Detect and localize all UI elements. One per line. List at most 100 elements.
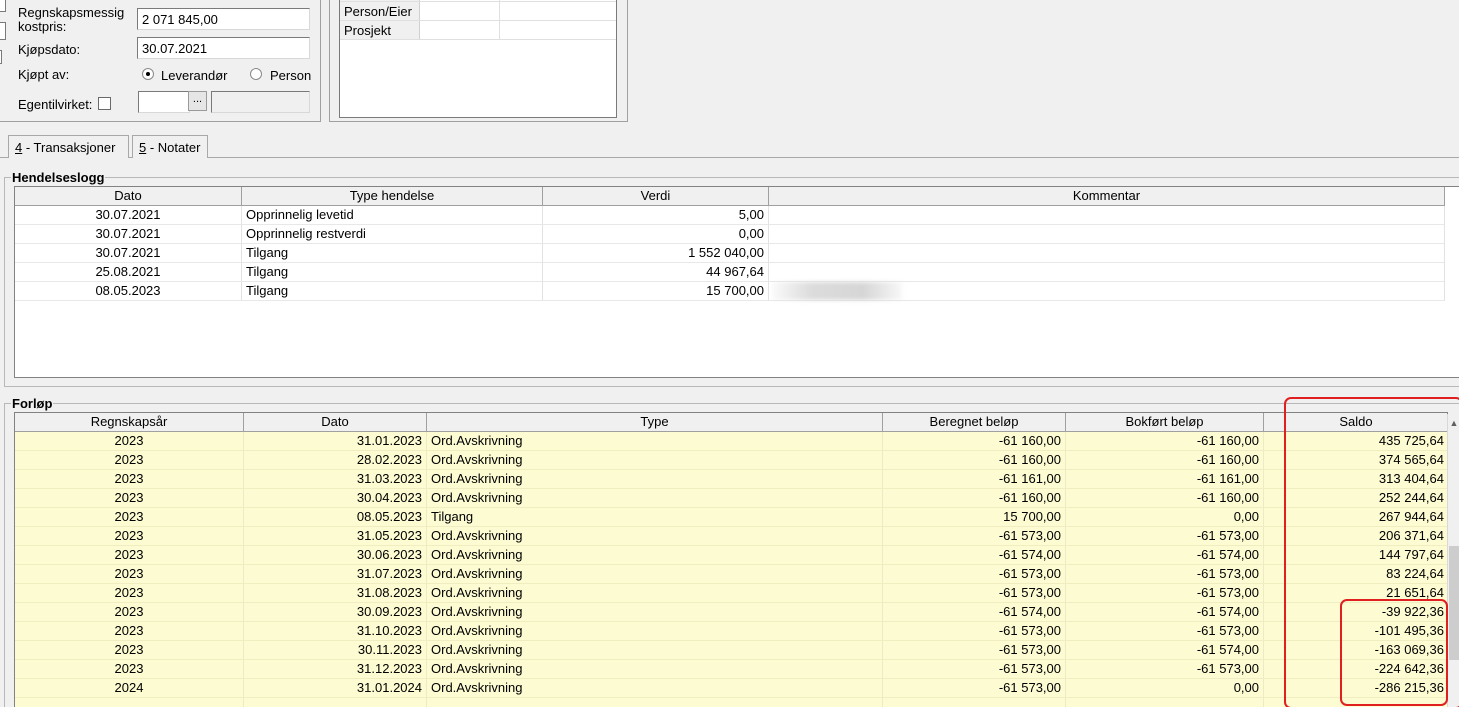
table-row[interactable]: 2023 30.11.2023 Ord.Avskrivning -61 573,00-…	[15, 641, 1447, 660]
cell-dato: 31.05.2023	[244, 527, 427, 546]
cell-regnskapsar: 2023	[15, 432, 244, 451]
cell-dato: 30.07.2021	[15, 225, 242, 244]
cell-beregnet-belop: -61 574,00	[883, 603, 1066, 622]
cell-dato: 31.12.2023	[244, 660, 427, 679]
cell-bokfort-belop: -61 573,00	[1066, 660, 1264, 679]
table-row[interactable]: 2023 30.04.2023 Ord.Avskrivning -61 160,00-…	[15, 489, 1447, 508]
cell-regnskapsar: 2023	[15, 565, 244, 584]
tab-notater[interactable]: 5 - Notater	[132, 135, 208, 158]
lookup-button[interactable]: ...	[188, 91, 207, 111]
egentilvirket-checkbox[interactable]	[98, 97, 111, 110]
table-row[interactable]: 2023 31.05.2023 Ord.Avskrivning -61 573,00-…	[15, 527, 1447, 546]
dimension-value[interactable]	[420, 21, 500, 39]
table-row[interactable]: 2023 31.12.2023 Ord.Avskrivning -61 573,00-…	[15, 660, 1447, 679]
table-row[interactable]: 2023 08.05.2023 Tilgang 15 700,00 0,00 267 94…	[15, 508, 1447, 527]
column-header-dato[interactable]: Dato	[244, 413, 427, 432]
cell-bokfort-belop: -61 573,00	[1066, 584, 1264, 603]
cell-bokfort-belop: -61 573,00	[1066, 527, 1264, 546]
table-row[interactable]: 25.08.2021 Tilgang 44 967,64	[15, 263, 1445, 282]
table-row[interactable]: 2023 30.06.2023 Ord.Avskrivning -61 574,00-…	[15, 546, 1447, 565]
person-radio-label[interactable]: Person	[270, 69, 311, 83]
table-row[interactable]: 30.07.2021 Opprinnelig levetid 5,00	[15, 206, 1445, 225]
dimension-row[interactable]: Prosjekt	[340, 21, 616, 40]
dimension-cell	[340, 0, 420, 1]
cell-regnskapsar: 2023	[15, 527, 244, 546]
kjopsdato-label: Kjøpsdato:	[18, 42, 81, 57]
cell-verdi: 44 967,64	[543, 263, 769, 282]
cell-beregnet-belop: -61 573,00	[883, 641, 1066, 660]
cell-beregnet-belop	[883, 698, 1066, 707]
table-row[interactable]: 2023 28.02.2023 Ord.Avskrivning -61 160,00-…	[15, 451, 1447, 470]
column-header-regnskapsar[interactable]: Regnskapsår	[15, 413, 244, 432]
table-row[interactable]: 08.05.2023 Tilgang 15 700,00	[15, 282, 1445, 301]
cell-type: Ord.Avskrivning	[427, 451, 883, 470]
cell-beregnet-belop: -61 160,00	[883, 451, 1066, 470]
cell-verdi: 1 552 040,00	[543, 244, 769, 263]
table-row[interactable]: 2023 31.03.2023 Ord.Avskrivning -61 161,00-…	[15, 470, 1447, 489]
cell-type: Ord.Avskrivning	[427, 565, 883, 584]
cell-beregnet-belop: -61 160,00	[883, 489, 1066, 508]
tab-transaksjoner[interactable]: 4 - Transaksjoner	[8, 135, 129, 158]
cell-regnskapsar: 2023	[15, 489, 244, 508]
tab-label: - Notater	[146, 140, 201, 155]
cut-off-field[interactable]	[0, 50, 2, 64]
cell-kommentar	[769, 206, 1445, 225]
cell-type	[427, 698, 883, 707]
cut-off-field[interactable]	[0, 22, 6, 40]
table-row[interactable]: 2023 30.09.2023 Ord.Avskrivning -61 574,00-…	[15, 603, 1447, 622]
cell-type-hendelse: Opprinnelig restverdi	[242, 225, 543, 244]
table-row[interactable]: 30.07.2021 Tilgang 1 552 040,00	[15, 244, 1445, 263]
cell-type-hendelse: Tilgang	[242, 282, 543, 301]
cell-bokfort-belop: -61 574,00	[1066, 641, 1264, 660]
dimension-row[interactable]: Person/Eier	[340, 2, 616, 21]
column-header-kommentar[interactable]: Kommentar	[769, 187, 1445, 206]
cell-beregnet-belop: 15 700,00	[883, 508, 1066, 527]
cell-bokfort-belop: -61 574,00	[1066, 603, 1264, 622]
table-row[interactable]: 2023 31.01.2023 Ord.Avskrivning -61 160,00-…	[15, 432, 1447, 451]
cell-dato: 30.07.2021	[15, 244, 242, 263]
dimensions-list[interactable]: Person/Eier Prosjekt	[339, 0, 617, 118]
tab-label: - Transaksjoner	[22, 140, 116, 155]
cell-type-hendelse: Tilgang	[242, 244, 543, 263]
cell-beregnet-belop: -61 573,00	[883, 584, 1066, 603]
cell-verdi: 5,00	[543, 206, 769, 225]
cell-type: Ord.Avskrivning	[427, 470, 883, 489]
forlop-title: Forløp	[11, 396, 54, 411]
column-header-beregnet-belop[interactable]: Beregnet beløp	[883, 413, 1066, 432]
cell-dato: 31.03.2023	[244, 470, 427, 489]
table-row[interactable]: 2023 31.07.2023 Ord.Avskrivning -61 573,00-…	[15, 565, 1447, 584]
column-header-verdi[interactable]: Verdi	[543, 187, 769, 206]
leverandor-radio[interactable]	[142, 68, 154, 80]
hendelseslogg-grid[interactable]: Dato Type hendelse Verdi Kommentar 30.07…	[14, 186, 1459, 378]
table-row[interactable]: 2023 31.10.2023 Ord.Avskrivning -61 573,00-…	[15, 622, 1447, 641]
cell-bokfort-belop: -61 573,00	[1066, 565, 1264, 584]
table-row[interactable]: 30.07.2021 Opprinnelig restverdi 0,00	[15, 225, 1445, 244]
redacted-comment	[772, 282, 902, 300]
kostpris-field[interactable]: 2 071 845,00	[137, 8, 310, 30]
table-row[interactable]: 2024 31.01.2024 Ord.Avskrivning -61 573,00 0…	[15, 679, 1447, 698]
cell-bokfort-belop: 0,00	[1066, 508, 1264, 527]
kjopsdato-field[interactable]: 30.07.2021	[137, 37, 310, 59]
cell-dato: 31.01.2024	[244, 679, 427, 698]
table-row-partial[interactable]	[15, 698, 1447, 707]
cell-bokfort-belop	[1066, 698, 1264, 707]
leverandor-radio-label[interactable]: Leverandør	[161, 69, 227, 83]
cell-bokfort-belop: -61 160,00	[1066, 489, 1264, 508]
cell-type-hendelse: Opprinnelig levetid	[242, 206, 543, 225]
column-header-bokfort-belop[interactable]: Bokført beløp	[1066, 413, 1264, 432]
cell-type: Ord.Avskrivning	[427, 622, 883, 641]
column-header-type-hendelse[interactable]: Type hendelse	[242, 187, 543, 206]
forlop-grid[interactable]: Regnskapsår Dato Type Beregnet beløp Bok…	[14, 412, 1448, 707]
person-radio[interactable]	[250, 68, 262, 80]
dimension-value[interactable]	[420, 2, 500, 20]
cell-beregnet-belop: -61 160,00	[883, 432, 1066, 451]
column-header-type[interactable]: Type	[427, 413, 883, 432]
column-header-dato[interactable]: Dato	[15, 187, 242, 206]
egentilvirket-code-field[interactable]	[138, 91, 190, 113]
cell-dato: 30.09.2023	[244, 603, 427, 622]
table-row[interactable]: 2023 31.08.2023 Ord.Avskrivning -61 573,00-…	[15, 584, 1447, 603]
cell-dato: 30.11.2023	[244, 641, 427, 660]
cell-dato: 25.08.2021	[15, 263, 242, 282]
cell-type: Ord.Avskrivning	[427, 546, 883, 565]
cut-off-field[interactable]	[0, 0, 6, 12]
